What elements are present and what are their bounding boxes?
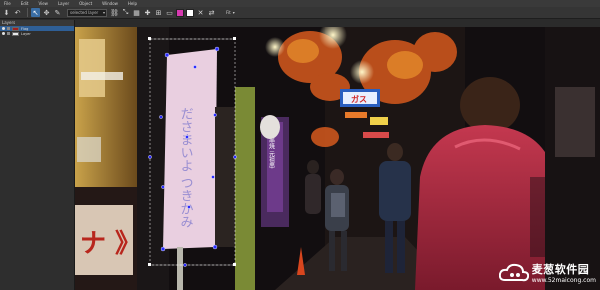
menu-file[interactable]: File: [4, 0, 11, 7]
layer-label: Flag: [21, 26, 29, 31]
toolbar: ⬇ ↶ ↖ ✥ ✎ selected layer ▾ ⛓ ⤡ ▦ ✚ ⊞ ▭ ✕…: [0, 7, 600, 19]
grid-icon[interactable]: ▦: [132, 8, 141, 17]
menu-view[interactable]: View: [38, 0, 48, 7]
transform-icon[interactable]: ⤡: [121, 8, 130, 17]
mesh-icon[interactable]: ⊞: [154, 8, 163, 17]
layers-panel: Layers Flag Layer: [0, 20, 75, 290]
download-icon[interactable]: ⬇: [2, 8, 11, 17]
eye-icon[interactable]: [2, 32, 5, 35]
undo-icon[interactable]: ↶: [13, 8, 22, 17]
primary-color-swatch[interactable]: [176, 8, 184, 17]
select-tool-icon[interactable]: ↖: [31, 8, 40, 17]
link-icon[interactable]: ⛓: [110, 8, 119, 17]
menu-window[interactable]: Window: [102, 0, 118, 7]
chevron-down-icon: ▾: [232, 10, 235, 15]
secondary-color-swatch[interactable]: [186, 8, 194, 17]
toolbar-divider: [27, 8, 28, 17]
watermark-url: www.52maicong.com: [531, 277, 596, 284]
menu-edit[interactable]: Edit: [21, 0, 29, 7]
layer-select-dropdown[interactable]: selected layer ▾: [67, 8, 107, 17]
street-photo: ナ 》 ださまいよ つきかみ 串焼 元祖串 ガス: [75, 27, 600, 290]
move-tool-icon[interactable]: ✥: [42, 8, 51, 17]
banner-text: ださまいよ つきかみ: [178, 107, 193, 229]
lock-icon[interactable]: [7, 32, 10, 35]
menu-help[interactable]: Help: [128, 0, 137, 7]
zoom-control[interactable]: Fit ▾: [226, 10, 235, 15]
crosshair-icon[interactable]: ✚: [143, 8, 152, 17]
menu-object[interactable]: Object: [79, 0, 92, 7]
app-window: File Edit View Layer Object Window Help …: [0, 0, 600, 290]
layer-label: Layer: [21, 31, 31, 36]
layer-thumbnail: [12, 31, 19, 36]
zoom-value: Fit: [226, 10, 231, 15]
layer-select-value: selected layer: [70, 10, 99, 15]
watermark-title: 麦葱软件园: [531, 263, 590, 276]
neon-sign-text: ガス: [351, 94, 367, 104]
watermark: 麦葱软件园 www.52maicong.com: [498, 261, 596, 284]
purple-banner-text: 串焼 元祖串: [268, 136, 275, 170]
layer-row[interactable]: Layer: [0, 31, 74, 36]
image-canvas[interactable]: ナ 》 ださまいよ つきかみ 串焼 元祖串 ガス 麦葱软件园 www.52mai…: [75, 27, 600, 290]
eraser-icon[interactable]: ▭: [165, 8, 174, 17]
brush-tool-icon[interactable]: ✎: [53, 8, 62, 17]
layer-thumbnail: [12, 26, 19, 31]
lower-sign-text: ナ 》: [80, 229, 141, 259]
close-icon[interactable]: ✕: [196, 8, 205, 17]
cloud-icon: [498, 263, 529, 281]
swap-icon[interactable]: ⇄: [207, 8, 216, 17]
eye-icon[interactable]: [2, 27, 5, 30]
menu-bar: File Edit View Layer Object Window Help: [0, 0, 600, 7]
chevron-down-icon: ▾: [102, 10, 105, 15]
menu-layer[interactable]: Layer: [58, 0, 69, 7]
canvas-ruler: [75, 20, 600, 27]
lock-icon[interactable]: [7, 27, 10, 30]
